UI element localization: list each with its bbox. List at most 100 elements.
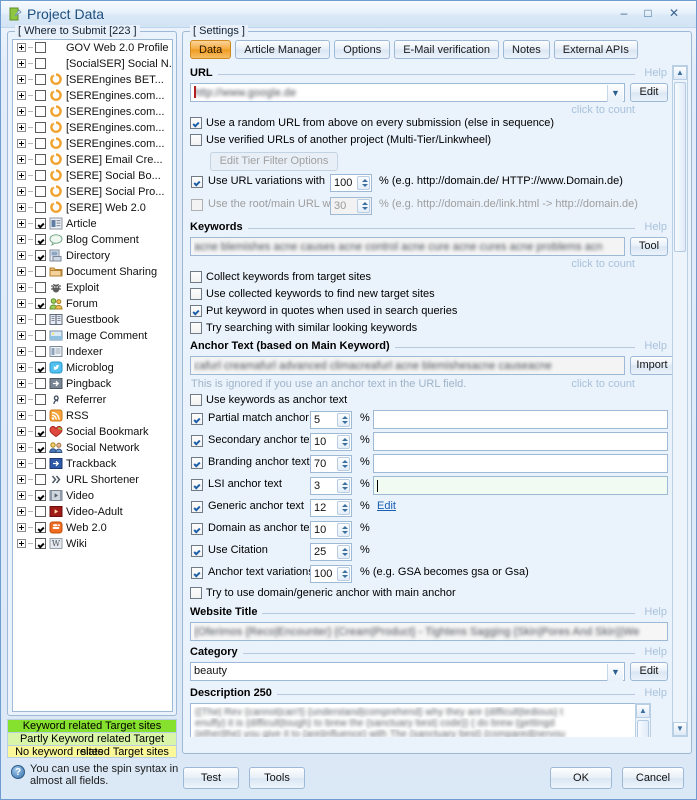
tree-item-indexer[interactable]: Indexer	[13, 344, 172, 360]
domain-as-anchor-text-stepper[interactable]	[337, 523, 350, 537]
tree-item-article[interactable]: Article	[13, 216, 172, 232]
expand-icon[interactable]	[17, 203, 26, 212]
branding-anchor-text-stepper[interactable]	[337, 457, 350, 471]
description-scroll-thumb[interactable]	[637, 720, 649, 737]
use-root-url-checkbox[interactable]	[191, 199, 203, 211]
url-input[interactable]: http://www.google.de▼	[190, 83, 625, 102]
tree-item-microblog[interactable]: Microblog	[13, 360, 172, 376]
expand-icon[interactable]	[17, 379, 26, 388]
tree-item-sere-web-2-0[interactable]: [SERE] Web 2.0	[13, 200, 172, 216]
use-citation-checkbox[interactable]	[191, 545, 203, 557]
tree-item-video-adult[interactable]: Video-Adult	[13, 504, 172, 520]
tree-item-checkbox[interactable]	[35, 42, 46, 53]
expand-icon[interactable]	[17, 411, 26, 420]
tree-item-checkbox[interactable]	[35, 490, 46, 501]
expand-icon[interactable]	[17, 187, 26, 196]
tree-item-checkbox[interactable]	[35, 314, 46, 325]
website-title-input[interactable]: {Oferimos {Reco|Encounter} {Cream|Produc…	[190, 622, 668, 641]
tree-item-checkbox[interactable]	[35, 394, 46, 405]
ok-button[interactable]: OK	[550, 767, 612, 789]
keywords-input[interactable]: acne blemishes acne causes acne control …	[190, 237, 625, 256]
category-input[interactable]: beauty▼	[190, 662, 625, 681]
checkbox[interactable]	[190, 587, 202, 599]
expand-icon[interactable]	[17, 235, 26, 244]
expand-icon[interactable]	[17, 395, 26, 404]
tree-item-serengines-bet[interactable]: [SEREngines BET...	[13, 72, 172, 88]
expand-icon[interactable]	[17, 299, 26, 308]
expand-icon[interactable]	[17, 107, 26, 116]
expand-icon[interactable]	[17, 523, 26, 532]
chevron-down-icon[interactable]: ▼	[607, 664, 623, 681]
branding-anchor-text-field[interactable]	[373, 454, 668, 473]
use-url-variations-stepper[interactable]	[357, 176, 370, 190]
tree-item-url-shortener[interactable]: URL Shortener	[13, 472, 172, 488]
tree-item-checkbox[interactable]	[35, 442, 46, 453]
put-keyword-in-quotes-row[interactable]: Put keyword in quotes when used in searc…	[190, 303, 669, 320]
tree-item-checkbox[interactable]	[35, 330, 46, 341]
help-link[interactable]: Help	[640, 67, 667, 79]
branding-anchor-text-checkbox[interactable]	[191, 457, 203, 469]
expand-icon[interactable]	[17, 123, 26, 132]
tree-item-directory[interactable]: Directory	[13, 248, 172, 264]
tree-item-social-network[interactable]: Social Network	[13, 440, 172, 456]
tree-item-checkbox[interactable]	[35, 266, 46, 277]
settings-scrollbar[interactable]: ▲ ▼	[672, 65, 688, 737]
expand-icon[interactable]	[17, 139, 26, 148]
tree-item-checkbox[interactable]	[35, 458, 46, 469]
scroll-down-button[interactable]: ▼	[673, 722, 687, 736]
cancel-button[interactable]: Cancel	[622, 767, 684, 789]
close-button[interactable]: ✕	[664, 5, 684, 22]
use-citation-stepper[interactable]	[337, 545, 350, 559]
generic-anchor-text-checkbox[interactable]	[191, 501, 203, 513]
tree-item-socialser-social-n[interactable]: [SocialSER] Social N...	[13, 56, 172, 72]
expand-icon[interactable]	[17, 43, 26, 52]
expand-icon[interactable]	[17, 475, 26, 484]
maximize-button[interactable]: □	[638, 5, 658, 22]
tree-item-checkbox[interactable]	[35, 122, 46, 133]
expand-icon[interactable]	[17, 91, 26, 100]
checkbox[interactable]	[190, 134, 202, 146]
use-root-url-stepper[interactable]	[357, 199, 370, 213]
lsi-anchor-text-field[interactable]	[373, 476, 668, 495]
partial-match-anchor-text-field[interactable]	[373, 410, 668, 429]
description-scrollbar[interactable]: ▲▼	[635, 703, 651, 737]
expand-icon[interactable]	[17, 219, 26, 228]
help-link[interactable]: Help	[640, 221, 667, 233]
generic-anchor-text-edit-link[interactable]: Edit	[377, 500, 396, 512]
checkbox[interactable]	[190, 271, 202, 283]
description-textarea[interactable]: {{The| Rev {cannot|can't} {understand|co…	[190, 703, 651, 737]
tree-item-sere-social-bo[interactable]: [SERE] Social Bo...	[13, 168, 172, 184]
test-button[interactable]: Test	[183, 767, 239, 789]
tree-item-checkbox[interactable]	[35, 186, 46, 197]
checkbox[interactable]	[190, 288, 202, 300]
edit-tier-filter-options-button[interactable]: Edit Tier Filter Options	[210, 152, 338, 171]
tree-item-forum[interactable]: Forum	[13, 296, 172, 312]
tab-data[interactable]: Data	[190, 40, 231, 59]
scroll-up-button[interactable]: ▲	[673, 66, 687, 80]
tree-item-referrer[interactable]: Referrer	[13, 392, 172, 408]
expand-icon[interactable]	[17, 59, 26, 68]
where-to-submit-tree[interactable]: GOV Web 2.0 Profile[SocialSER] Social N.…	[12, 39, 173, 712]
tree-item-rss[interactable]: RSS	[13, 408, 172, 424]
similar-keywords-row[interactable]: Try searching with similar looking keywo…	[190, 320, 669, 337]
tree-item-checkbox[interactable]	[35, 250, 46, 261]
description-scroll-up-button[interactable]: ▲	[636, 704, 650, 718]
keywords-tool-button[interactable]: Tool	[630, 237, 668, 256]
tree-item-checkbox[interactable]	[35, 378, 46, 389]
tree-item-checkbox[interactable]	[35, 426, 46, 437]
random-url-checkbox-row[interactable]: Use a random URL from above on every sub…	[190, 115, 669, 132]
secondary-anchor-text-stepper[interactable]	[337, 435, 350, 449]
tree-item-serengines-com[interactable]: [SEREngines.com...	[13, 88, 172, 104]
expand-icon[interactable]	[17, 347, 26, 356]
lsi-anchor-text-stepper[interactable]	[337, 479, 350, 493]
category-edit-button[interactable]: Edit	[630, 662, 668, 681]
expand-icon[interactable]	[17, 331, 26, 340]
expand-icon[interactable]	[17, 427, 26, 436]
settings-tabstrip[interactable]: DataArticle ManagerOptionsE-Mail verific…	[190, 40, 642, 59]
expand-icon[interactable]	[17, 443, 26, 452]
tree-item-sere-social-pro[interactable]: [SERE] Social Pro...	[13, 184, 172, 200]
expand-icon[interactable]	[17, 363, 26, 372]
tools-button[interactable]: Tools	[249, 767, 305, 789]
checkbox[interactable]	[190, 305, 202, 317]
anchor-text-input[interactable]: cafurl creamafurl advanced climacreafurl…	[190, 356, 625, 375]
